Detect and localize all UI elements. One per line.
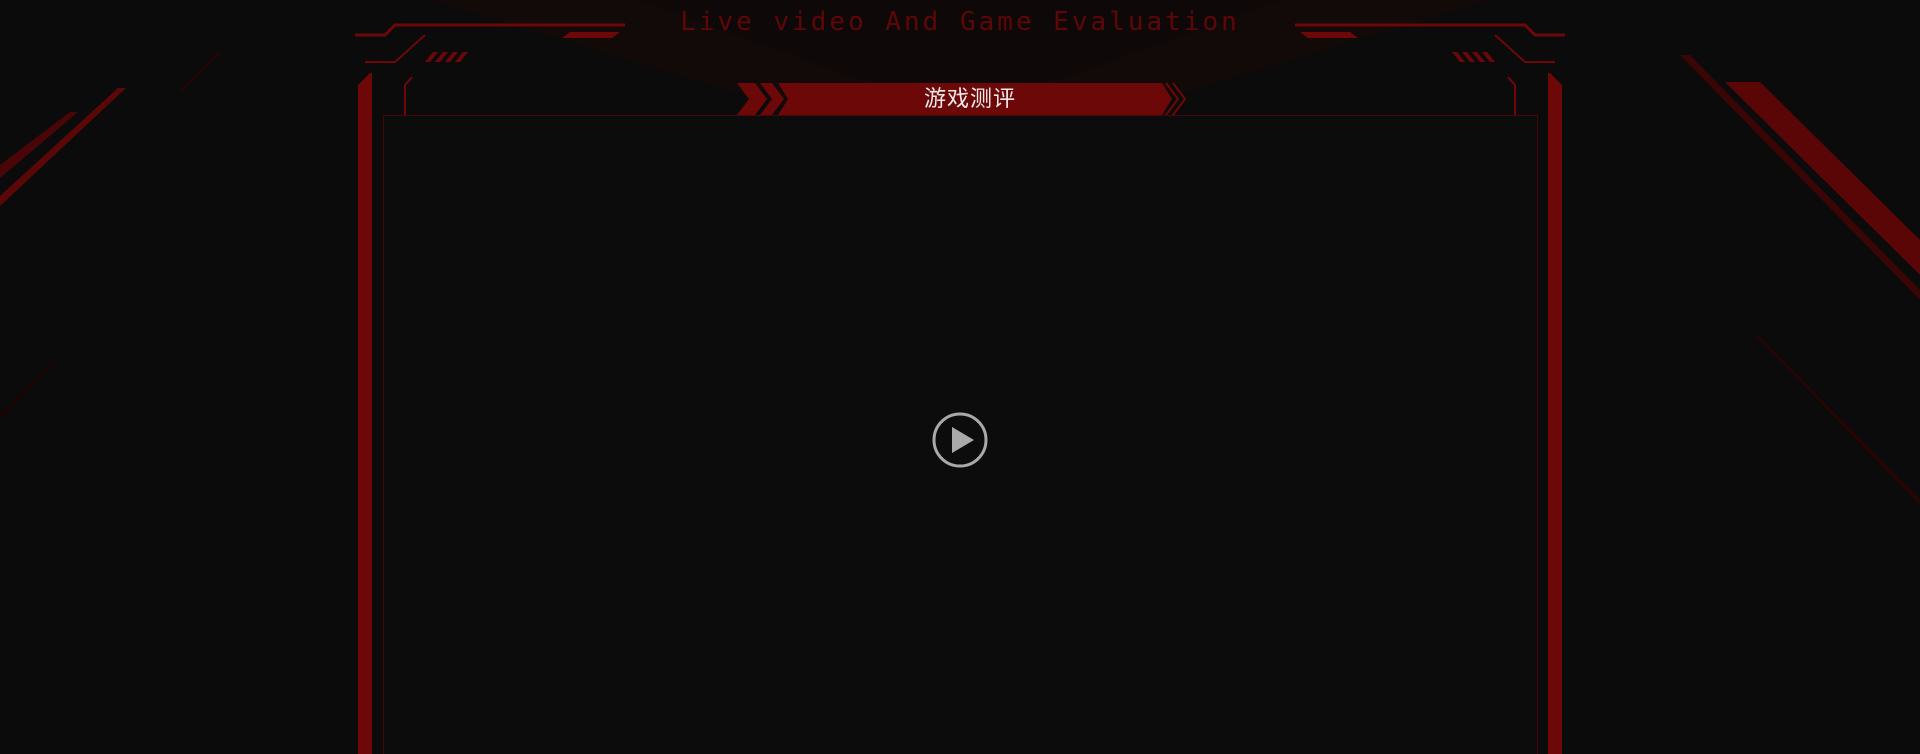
left-stripe-thin [180,52,221,90]
frame-tr-slash3 [1462,52,1475,62]
play-button[interactable] [932,412,988,468]
left-stripe-lower [0,365,53,420]
right-stripe-thin [1680,55,1920,300]
frame-tl-slash3 [445,52,458,62]
section-subtitle: Live video And Game Evaluation [680,7,1240,37]
frame-tl-slash2 [435,52,448,62]
play-circle-icon [932,412,988,468]
frame-tr-slash2 [1472,52,1485,62]
right-stripe-lower [1755,335,1920,505]
frame-tl-line2 [365,34,426,63]
frame-tr-slash1 [1482,52,1495,62]
left-stripe-bright [0,88,126,206]
section-title: 游戏测评 [923,87,1016,112]
frame-left-inner [404,76,413,115]
frame-left-pillar [358,73,372,754]
frame-tl-slash1 [425,52,438,62]
frame-tr-slash4 [1452,52,1465,62]
frame-right-pillar [1548,73,1562,754]
frame-tr-line2 [1494,34,1555,63]
right-stripe-large [1725,82,1920,275]
frame-tl-slash4 [455,52,468,62]
frame-right-inner [1507,76,1516,115]
